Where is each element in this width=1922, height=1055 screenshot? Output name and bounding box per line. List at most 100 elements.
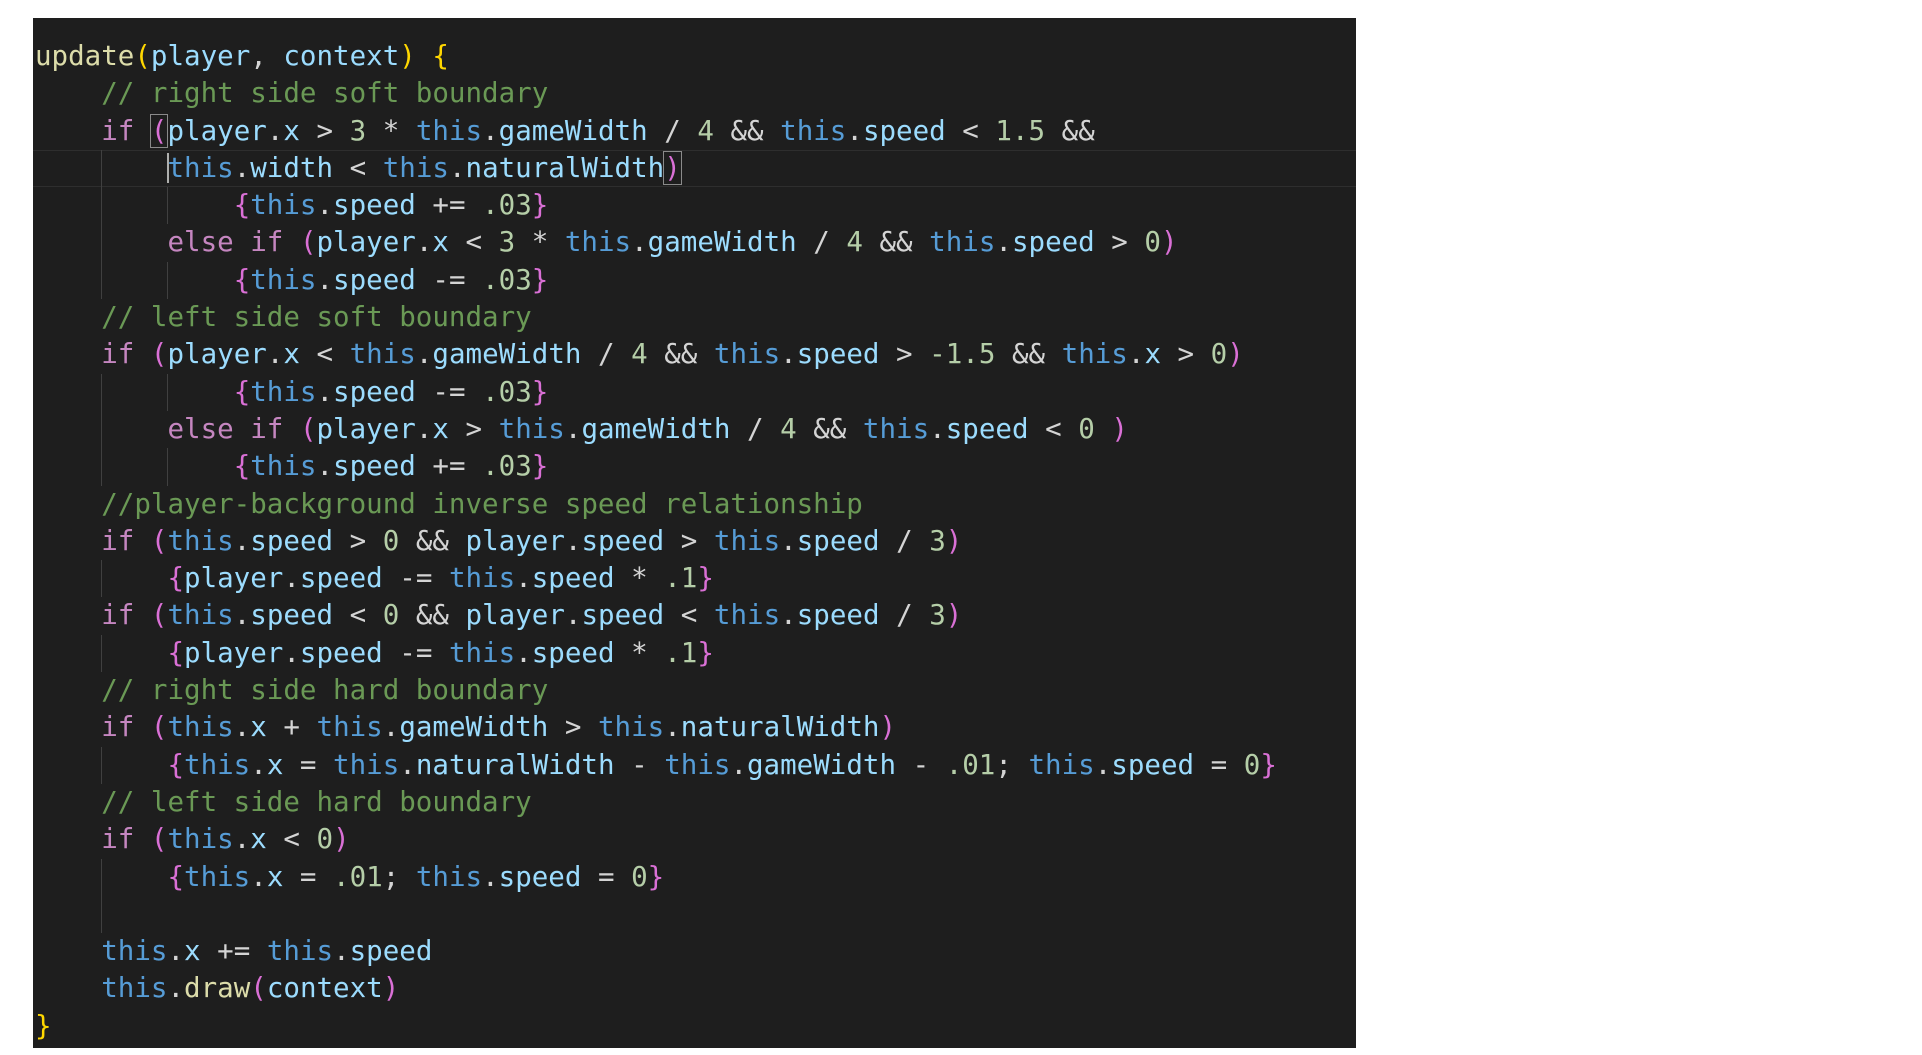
indent-guide: [101, 634, 103, 673]
code-token: ;: [995, 748, 1029, 781]
code-token: +: [266, 711, 317, 744]
code-token: .: [233, 524, 251, 557]
code-line[interactable]: {player.speed -= this.speed * .1}: [33, 560, 1356, 597]
code-token: else: [167, 412, 234, 445]
code-token: }: [697, 562, 714, 595]
code-line[interactable]: else if (player.x < 3 * this.gameWidth /…: [33, 224, 1356, 261]
code-token: speed: [581, 524, 665, 557]
code-line[interactable]: if (this.speed < 0 && player.speed < thi…: [33, 597, 1356, 634]
code-line[interactable]: {player.speed -= this.speed * .1}: [33, 635, 1356, 672]
code-token: {: [432, 40, 449, 72]
code-token: speed: [945, 412, 1029, 445]
code-token: if: [101, 599, 135, 632]
code-token: =: [283, 860, 334, 893]
code-line[interactable]: {this.x = this.naturalWidth - this.gameW…: [33, 747, 1356, 784]
code-line[interactable]: {this.speed -= .03}: [33, 374, 1356, 411]
code-token: speed: [796, 338, 880, 371]
code-token: =: [1194, 748, 1244, 781]
code-token: }: [697, 636, 714, 669]
code-token: .: [482, 114, 499, 147]
code-token: .: [250, 860, 267, 893]
code-line[interactable]: // left side soft boundary: [33, 299, 1356, 336]
code-token: &&: [995, 338, 1062, 371]
code-token: ): [333, 823, 350, 856]
code-token: .: [448, 151, 466, 184]
code-token: speed: [862, 114, 946, 147]
code-token: .03: [482, 375, 532, 408]
code-token: naturalWidth: [415, 748, 615, 781]
code-token: (: [150, 599, 168, 632]
indent-guide: [101, 149, 103, 300]
code-line[interactable]: else if (player.x > this.gameWidth / 4 &…: [33, 411, 1356, 448]
code-line[interactable]: {this.speed += .03}: [33, 187, 1356, 224]
code-line[interactable]: update(player, context) {: [33, 38, 1356, 75]
code-token: >: [664, 524, 714, 557]
indent-guide: [167, 261, 169, 300]
code-line[interactable]: [33, 896, 1356, 933]
code-line[interactable]: if (player.x < this.gameWidth / 4 && thi…: [33, 336, 1356, 373]
code-token: this: [333, 748, 400, 781]
indent-guide: [101, 858, 103, 934]
code-line[interactable]: this.draw(context): [33, 970, 1356, 1007]
code-token: >: [448, 412, 499, 445]
code-token: 0: [1243, 748, 1261, 781]
code-editor[interactable]: update(player, context) { // right side …: [33, 18, 1356, 1048]
code-token: speed: [796, 524, 880, 557]
code-token: >: [548, 711, 598, 744]
code-token: ): [945, 524, 963, 557]
code-line[interactable]: if (this.speed > 0 && player.speed > thi…: [33, 523, 1356, 560]
code-line[interactable]: {this.x = .01; this.speed = 0}: [33, 859, 1356, 896]
code-token: {: [167, 562, 185, 595]
code-token: // right side soft boundary: [101, 77, 549, 110]
code-token: this: [184, 748, 251, 781]
code-area[interactable]: update(player, context) { // right side …: [33, 38, 1356, 1045]
code-line[interactable]: }: [33, 1008, 1356, 1045]
code-token: .: [316, 450, 334, 483]
code-token: +=: [415, 450, 483, 483]
code-token: 4: [780, 412, 797, 445]
code-line[interactable]: // right side soft boundary: [33, 75, 1356, 112]
code-line[interactable]: if (this.x + this.gameWidth > this.natur…: [33, 709, 1356, 746]
code-line[interactable]: {this.speed += .03}: [33, 448, 1356, 485]
code-token: }: [35, 1009, 52, 1042]
code-line[interactable]: {this.speed -= .03}: [33, 262, 1356, 299]
code-token: this: [167, 524, 234, 557]
code-token: update: [35, 40, 135, 72]
code-token: ): [399, 40, 416, 72]
code-token: 0: [1210, 338, 1228, 371]
code-line[interactable]: // right side hard boundary: [33, 672, 1356, 709]
code-token: &&: [713, 114, 781, 147]
code-line[interactable]: if (this.x < 0): [33, 821, 1356, 858]
code-line[interactable]: this.width < this.naturalWidth): [33, 149, 1356, 188]
code-token: .: [233, 711, 251, 744]
code-token: gameWidth: [581, 412, 731, 445]
code-token: this: [448, 562, 516, 595]
code-token: if: [250, 412, 284, 445]
code-token: }: [1260, 748, 1277, 781]
code-token: 0: [316, 823, 334, 856]
code-token: =: [581, 860, 632, 893]
code-token: {: [233, 189, 251, 222]
code-token: .: [1127, 338, 1145, 371]
code-line[interactable]: // left side hard boundary: [33, 784, 1356, 821]
code-token: .1: [664, 562, 698, 595]
code-token: this: [250, 450, 317, 483]
code-token: }: [531, 450, 549, 483]
code-token: .: [515, 562, 532, 595]
code-token: this: [929, 226, 996, 259]
code-line[interactable]: if (player.x > 3 * this.gameWidth / 4 &&…: [33, 113, 1356, 150]
code-token: speed: [581, 599, 665, 632]
code-token: this: [862, 412, 930, 445]
code-line[interactable]: //player-background inverse speed relati…: [33, 486, 1356, 523]
code-token: x: [250, 711, 267, 744]
code-token: this: [498, 412, 565, 445]
code-line[interactable]: this.x += this.speed: [33, 933, 1356, 970]
code-token: width: [250, 151, 334, 184]
code-token: player: [465, 599, 565, 632]
code-token: (: [250, 972, 267, 1005]
code-token: .: [631, 226, 648, 259]
